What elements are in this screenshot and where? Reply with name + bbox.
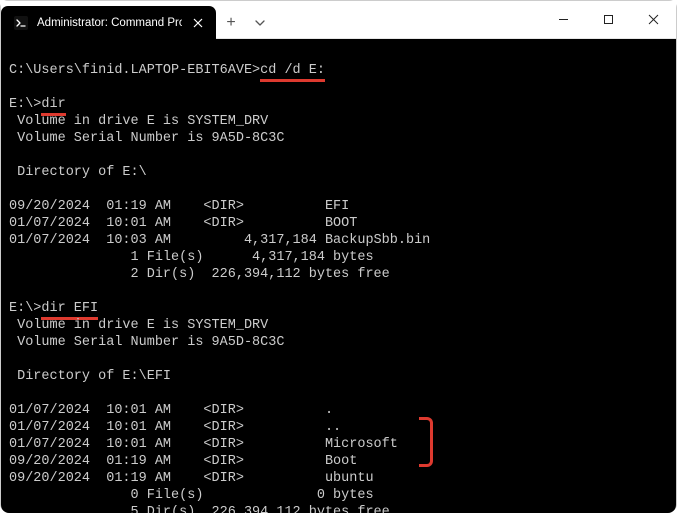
- volume-serial: Volume Serial Number is 9A5D-8C3C: [9, 335, 284, 350]
- prompt-path: E:\>: [9, 97, 41, 112]
- directory-header: Directory of E:\EFI: [9, 369, 171, 384]
- prompt-path: C:\Users\finid.LAPTOP-EBIT6AVE>: [9, 63, 260, 78]
- directory-header: Directory of E:\: [9, 165, 147, 180]
- volume-info: Volume in drive E is SYSTEM_DRV: [9, 114, 268, 129]
- dir-entry: 01/07/2024 10:01 AM <DIR> .: [9, 403, 333, 418]
- volume-info: Volume in drive E is SYSTEM_DRV: [9, 318, 268, 333]
- chevron-down-icon: [255, 18, 265, 28]
- dir-summary: 1 File(s) 4,317,184 bytes: [9, 250, 374, 265]
- dir-entry: 01/07/2024 10:03 AM 4,317,184 BackupSbb.…: [9, 233, 430, 248]
- dir-summary: 0 File(s) 0 bytes: [9, 488, 374, 503]
- tab-close-button[interactable]: [190, 15, 206, 31]
- dir-entry: 01/07/2024 10:01 AM <DIR> ..: [9, 420, 341, 435]
- dir-entry: 09/20/2024 01:19 AM <DIR> ubuntu: [9, 471, 374, 486]
- titlebar-drag-region[interactable]: [274, 1, 541, 38]
- tab-title: Administrator: Command Pro: [37, 17, 182, 29]
- dir-entry: 09/20/2024 01:19 AM <DIR> EFI: [9, 199, 349, 214]
- command-text: cd /d E:: [260, 63, 325, 82]
- tab-dropdown-button[interactable]: [246, 6, 274, 39]
- maximize-button[interactable]: [586, 1, 631, 38]
- close-window-button[interactable]: [631, 1, 676, 38]
- new-tab-button[interactable]: +: [216, 6, 246, 39]
- dir-summary: 2 Dir(s) 226,394,112 bytes free: [9, 267, 390, 282]
- dir-entry: 01/07/2024 10:01 AM <DIR> BOOT: [9, 216, 357, 231]
- active-tab[interactable]: Administrator: Command Pro: [1, 6, 216, 39]
- terminal-output[interactable]: C:\Users\finid.LAPTOP-EBIT6AVE>cd /d E: …: [1, 39, 676, 513]
- dir-entry: 01/07/2024 10:01 AM <DIR> Microsoft: [9, 437, 398, 452]
- dir-entry: 09/20/2024 01:19 AM <DIR> Boot: [9, 454, 357, 469]
- annotation-bracket: [419, 417, 433, 467]
- minimize-button[interactable]: [541, 1, 586, 38]
- volume-serial: Volume Serial Number is 9A5D-8C3C: [9, 131, 284, 146]
- prompt-path: E:\>: [9, 301, 41, 316]
- titlebar: Administrator: Command Pro +: [1, 1, 676, 39]
- window-controls: [541, 1, 676, 38]
- terminal-icon: [13, 15, 29, 31]
